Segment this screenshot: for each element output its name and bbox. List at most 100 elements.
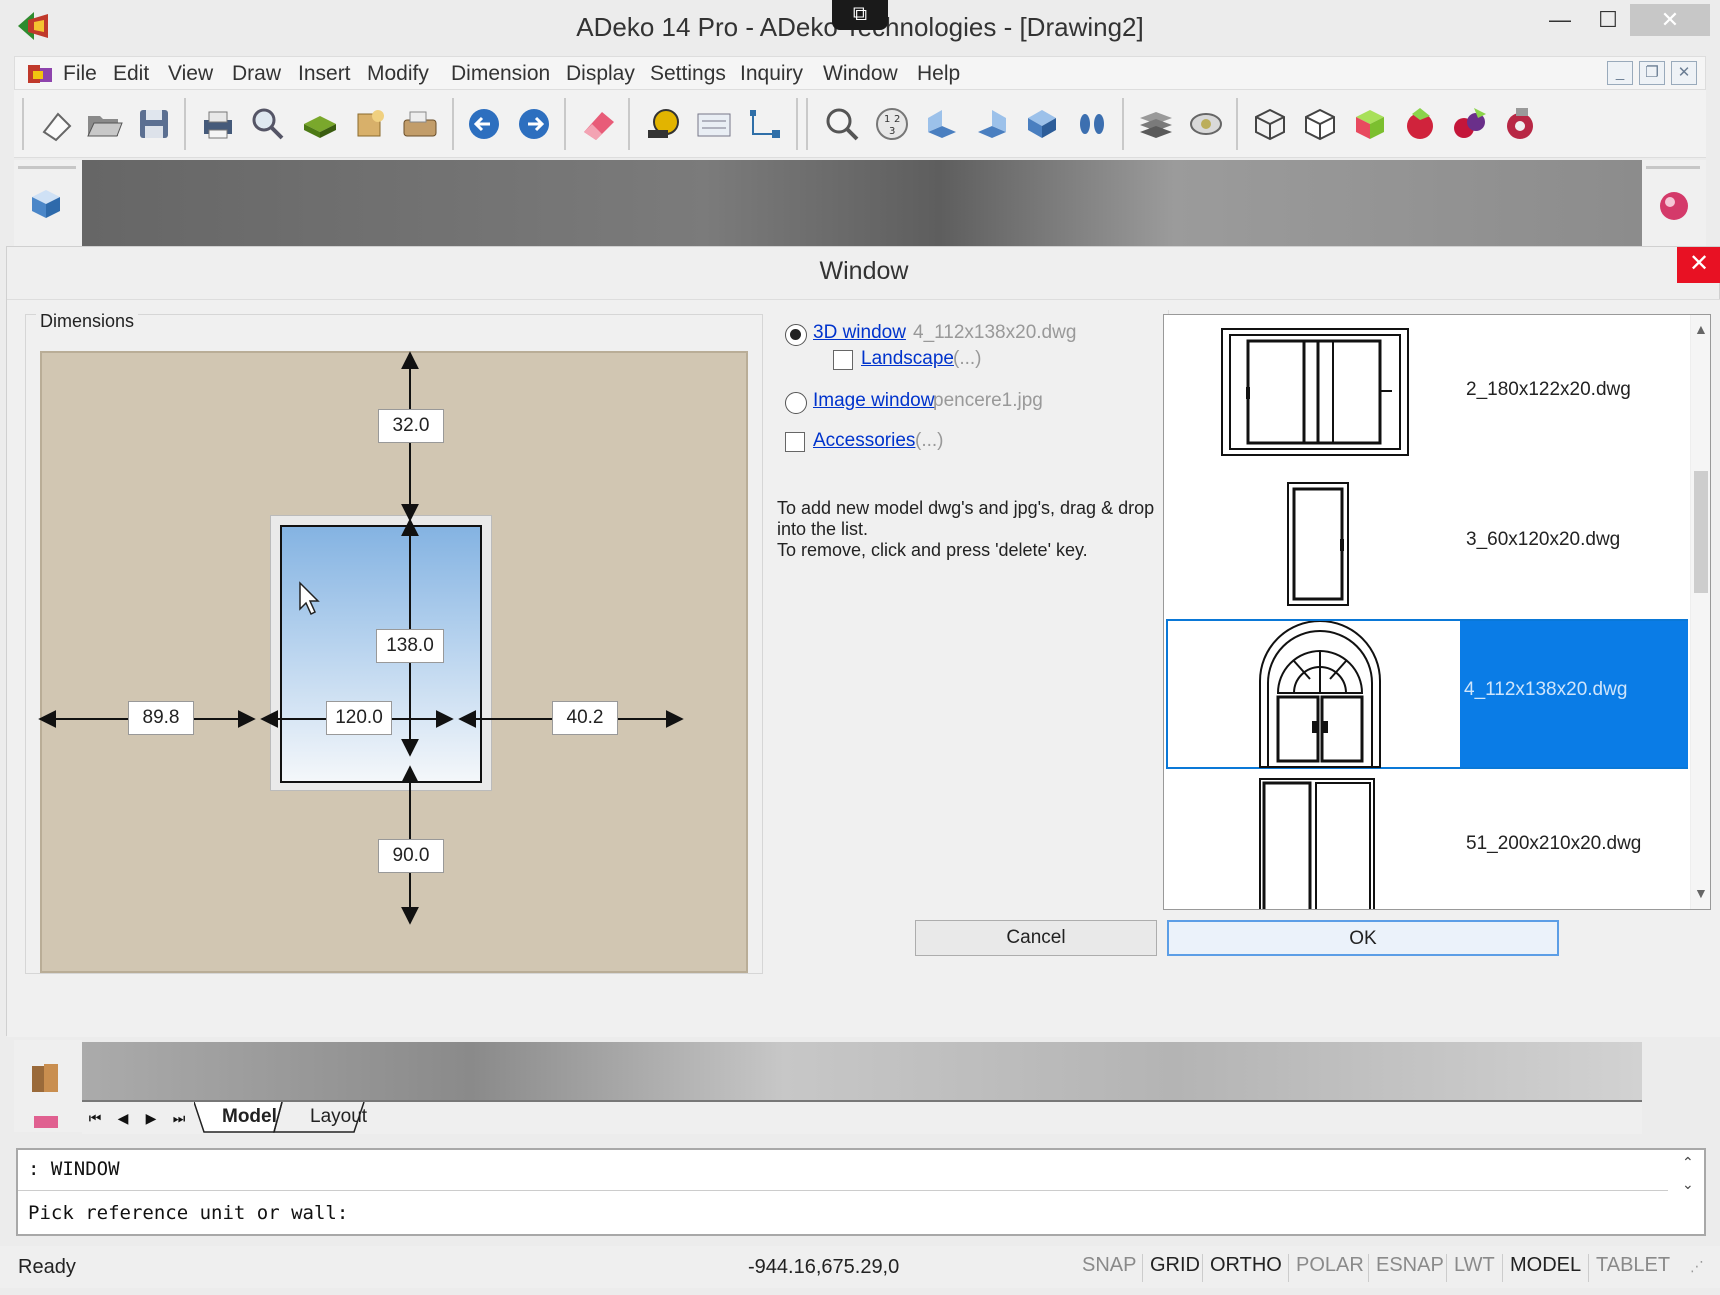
erase-icon[interactable]	[578, 104, 618, 144]
menu-window[interactable]: Window	[823, 62, 898, 86]
shaded-cube-icon[interactable]	[1350, 104, 1390, 144]
scroll-up-icon[interactable]: ▲	[1694, 321, 1708, 337]
minimize-button[interactable]: —	[1536, 4, 1584, 36]
print-icon[interactable]	[198, 104, 238, 144]
resize-grip-icon[interactable]: ⋰	[1690, 1258, 1704, 1275]
menu-display[interactable]: Display	[566, 62, 635, 86]
tab-layout[interactable]: Layout	[310, 1106, 367, 1128]
tree-icon[interactable]	[744, 104, 784, 144]
drawing-viewport[interactable]	[82, 160, 1642, 246]
right-distance-field[interactable]: 40.2	[552, 701, 618, 735]
mdi-restore-button[interactable]: ❐	[1639, 61, 1665, 85]
hidden-cube-icon[interactable]	[1300, 104, 1340, 144]
width-field[interactable]: 120.0	[326, 701, 392, 735]
visibility-icon[interactable]	[1186, 104, 1226, 144]
layers-icon[interactable]	[1136, 104, 1176, 144]
view-side-icon[interactable]	[972, 104, 1012, 144]
toolbar-grip[interactable]	[22, 98, 24, 150]
mdi-close-button[interactable]: ✕	[1671, 61, 1697, 85]
left-distance-field[interactable]: 89.8	[128, 701, 194, 735]
last-tab-button[interactable]: ⏭	[168, 1106, 190, 1130]
zoom-icon[interactable]	[822, 104, 862, 144]
image-window-link[interactable]: Image window	[813, 390, 934, 412]
toolbar-grip[interactable]	[806, 98, 808, 150]
library-icon[interactable]	[26, 1058, 66, 1098]
ok-button[interactable]: OK	[1167, 920, 1559, 956]
list-scrollbar[interactable]	[1690, 315, 1710, 909]
dialog-close-button[interactable]: ✕	[1677, 247, 1720, 283]
save-icon[interactable]	[134, 104, 174, 144]
view-3d-icon[interactable]	[1022, 104, 1062, 144]
red-sphere-icon[interactable]	[1400, 104, 1440, 144]
panel-grip[interactable]	[18, 166, 76, 169]
undo-icon[interactable]	[464, 104, 504, 144]
list-item[interactable]: 3_60x120x20.dwg	[1166, 469, 1688, 619]
document-icon[interactable]	[27, 63, 53, 85]
render-icon[interactable]	[350, 104, 390, 144]
chevron-up-icon[interactable]: ⌃	[1682, 1154, 1694, 1171]
open-folder-icon[interactable]	[84, 104, 124, 144]
ortho-toggle[interactable]: ORTHO	[1210, 1254, 1282, 1277]
cancel-button[interactable]: Cancel	[915, 920, 1157, 956]
mdi-minimize-button[interactable]: _	[1607, 61, 1633, 85]
menu-file[interactable]: File	[63, 62, 97, 86]
maximize-button[interactable]: ☐	[1584, 4, 1632, 36]
prev-tab-button[interactable]: ◀	[112, 1106, 134, 1130]
accessories-link[interactable]: Accessories	[813, 430, 915, 452]
measure-icon[interactable]	[644, 104, 684, 144]
close-button[interactable]: ✕	[1630, 4, 1710, 36]
menu-inquiry[interactable]: Inquiry	[740, 62, 803, 86]
height-field[interactable]: 138.0	[376, 629, 444, 663]
list-item[interactable]: 2_180x122x20.dwg	[1166, 319, 1688, 469]
window3d-link[interactable]: 3D window	[813, 322, 906, 344]
scanner-icon[interactable]	[400, 104, 440, 144]
command-line[interactable]: : WINDOW Pick reference unit or wall: ⌃ …	[16, 1148, 1706, 1236]
screen-share-icon[interactable]: ⧉	[832, 0, 888, 30]
list-item-selected[interactable]: 4_112x138x20.dwg	[1166, 619, 1688, 769]
zoom-number-icon[interactable]: 1 23	[872, 104, 912, 144]
esnap-toggle[interactable]: ESNAP	[1376, 1254, 1444, 1277]
menu-edit[interactable]: Edit	[113, 62, 149, 86]
material-icon[interactable]	[1450, 104, 1490, 144]
menu-modify[interactable]: Modify	[367, 62, 429, 86]
command-prompt[interactable]: Pick reference unit or wall:	[28, 1202, 348, 1224]
image-window-radio[interactable]	[785, 392, 807, 414]
first-tab-button[interactable]: ⏮	[84, 1106, 106, 1130]
palette-icon[interactable]	[32, 1114, 60, 1128]
tab-model[interactable]: Model	[222, 1106, 277, 1128]
bottom-viewport[interactable]	[82, 1042, 1642, 1106]
model-toggle[interactable]: MODEL	[1510, 1254, 1581, 1277]
view-front-icon[interactable]	[922, 104, 962, 144]
model-list[interactable]: 2_180x122x20.dwg 3_60x120x20.dwg 4_112x1…	[1163, 314, 1711, 910]
menu-view[interactable]: View	[168, 62, 213, 86]
landscape-link[interactable]: Landscape	[861, 348, 954, 370]
menu-draw[interactable]: Draw	[232, 62, 281, 86]
polar-toggle[interactable]: POLAR	[1296, 1254, 1364, 1277]
landscape-checkbox[interactable]	[833, 350, 853, 370]
menu-help[interactable]: Help	[917, 62, 960, 86]
redo-icon[interactable]	[514, 104, 554, 144]
grid-toggle[interactable]: GRID	[1150, 1254, 1200, 1277]
menu-insert[interactable]: Insert	[298, 62, 351, 86]
lwt-toggle[interactable]: LWT	[1454, 1254, 1495, 1277]
menu-dimension[interactable]: Dimension	[451, 62, 550, 86]
footprints-icon[interactable]	[1072, 104, 1112, 144]
next-tab-button[interactable]: ▶	[140, 1106, 162, 1130]
accessories-checkbox[interactable]	[785, 432, 805, 452]
top-distance-field[interactable]: 32.0	[378, 409, 444, 443]
block-icon[interactable]	[300, 104, 340, 144]
scroll-down-icon[interactable]: ▼	[1694, 885, 1708, 901]
tablet-toggle[interactable]: TABLET	[1596, 1254, 1670, 1277]
snap-toggle[interactable]: SNAP	[1082, 1254, 1136, 1277]
window3d-radio[interactable]	[785, 324, 807, 346]
list-item[interactable]: 51_200x210x20.dwg	[1166, 773, 1688, 909]
menu-settings[interactable]: Settings	[650, 62, 726, 86]
material-editor-icon[interactable]	[1654, 184, 1694, 224]
scroll-thumb[interactable]	[1694, 471, 1708, 593]
chevron-down-icon[interactable]: ⌄	[1682, 1176, 1694, 1193]
print-preview-icon[interactable]	[248, 104, 288, 144]
wireframe-cube-icon[interactable]	[1250, 104, 1290, 144]
list-icon[interactable]	[694, 104, 734, 144]
settings-sphere-icon[interactable]	[1500, 104, 1540, 144]
panel-grip[interactable]	[1646, 166, 1700, 169]
